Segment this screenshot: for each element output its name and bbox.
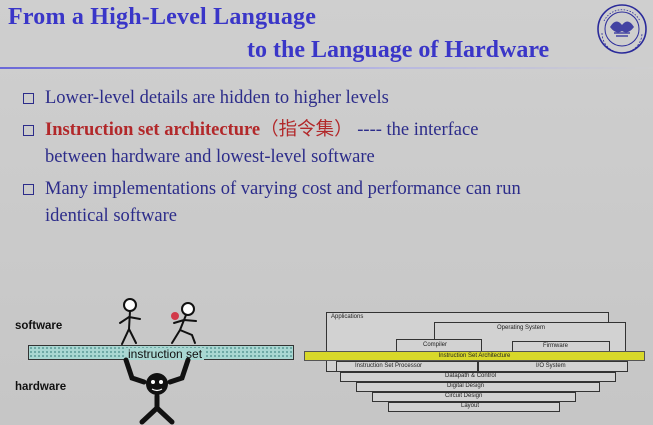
layer-datapath: Datapath & Control — [340, 372, 616, 382]
software-label: software — [15, 320, 63, 332]
layer-applications-label: Applications — [331, 314, 364, 320]
layer-isa-band: Instruction Set Architecture — [304, 351, 645, 361]
layer-circuit-design: Circuit Design — [372, 392, 576, 402]
layer-firmware-label: Firmware — [543, 343, 568, 349]
layer-compiler-label: Compiler — [423, 342, 448, 348]
layer-digital-design: Digital Design — [356, 382, 600, 392]
layer-layout-label: Layout — [461, 403, 480, 409]
layer-layout: Layout — [388, 402, 560, 412]
bullet-2-line2: between hardware and lowest-level softwa… — [45, 147, 375, 167]
bullet-3-line2: identical software — [45, 206, 178, 226]
slide: From a High-Level Language to the Langua… — [0, 0, 653, 425]
title-divider — [0, 67, 653, 69]
layer-datapath-label: Datapath & Control — [445, 373, 497, 379]
abstraction-layers-diagram: Applications Operating System Compiler F… — [304, 308, 649, 425]
bullet-1-text: Lower-level details are hidden to higher… — [45, 88, 389, 108]
hardware-person-icon — [123, 357, 191, 425]
layer-io-label: I/O System — [536, 363, 566, 369]
bullet-3-line1: Many implementations of varying cost and… — [45, 179, 521, 199]
slide-title-line1: From a High-Level Language — [8, 4, 317, 30]
layer-isp: Instruction Set Processor — [336, 361, 478, 372]
bullet-2-rest: ---- the interface — [352, 120, 479, 140]
layer-os-label: Operating System — [497, 325, 546, 331]
layer-circuit-label: Circuit Design — [445, 393, 483, 399]
university-seal-icon — [597, 4, 647, 54]
bullet-2-line1: Instruction set architecture（指令集） ---- t… — [45, 117, 478, 143]
bullet-square-icon — [23, 93, 34, 104]
bullet-square-icon — [23, 184, 34, 195]
isa-chinese: （指令集） — [260, 120, 353, 140]
hardware-label: hardware — [15, 381, 67, 393]
isa-highlight: Instruction set architecture — [45, 120, 261, 140]
layer-io-system: I/O System — [478, 361, 628, 372]
software-people-icon — [119, 298, 197, 345]
bullet-square-icon — [23, 125, 34, 136]
layer-digital-label: Digital Design — [447, 383, 485, 389]
slide-title-line2: to the Language of Hardware — [247, 37, 550, 63]
layer-isp-label: Instruction Set Processor — [355, 363, 423, 369]
